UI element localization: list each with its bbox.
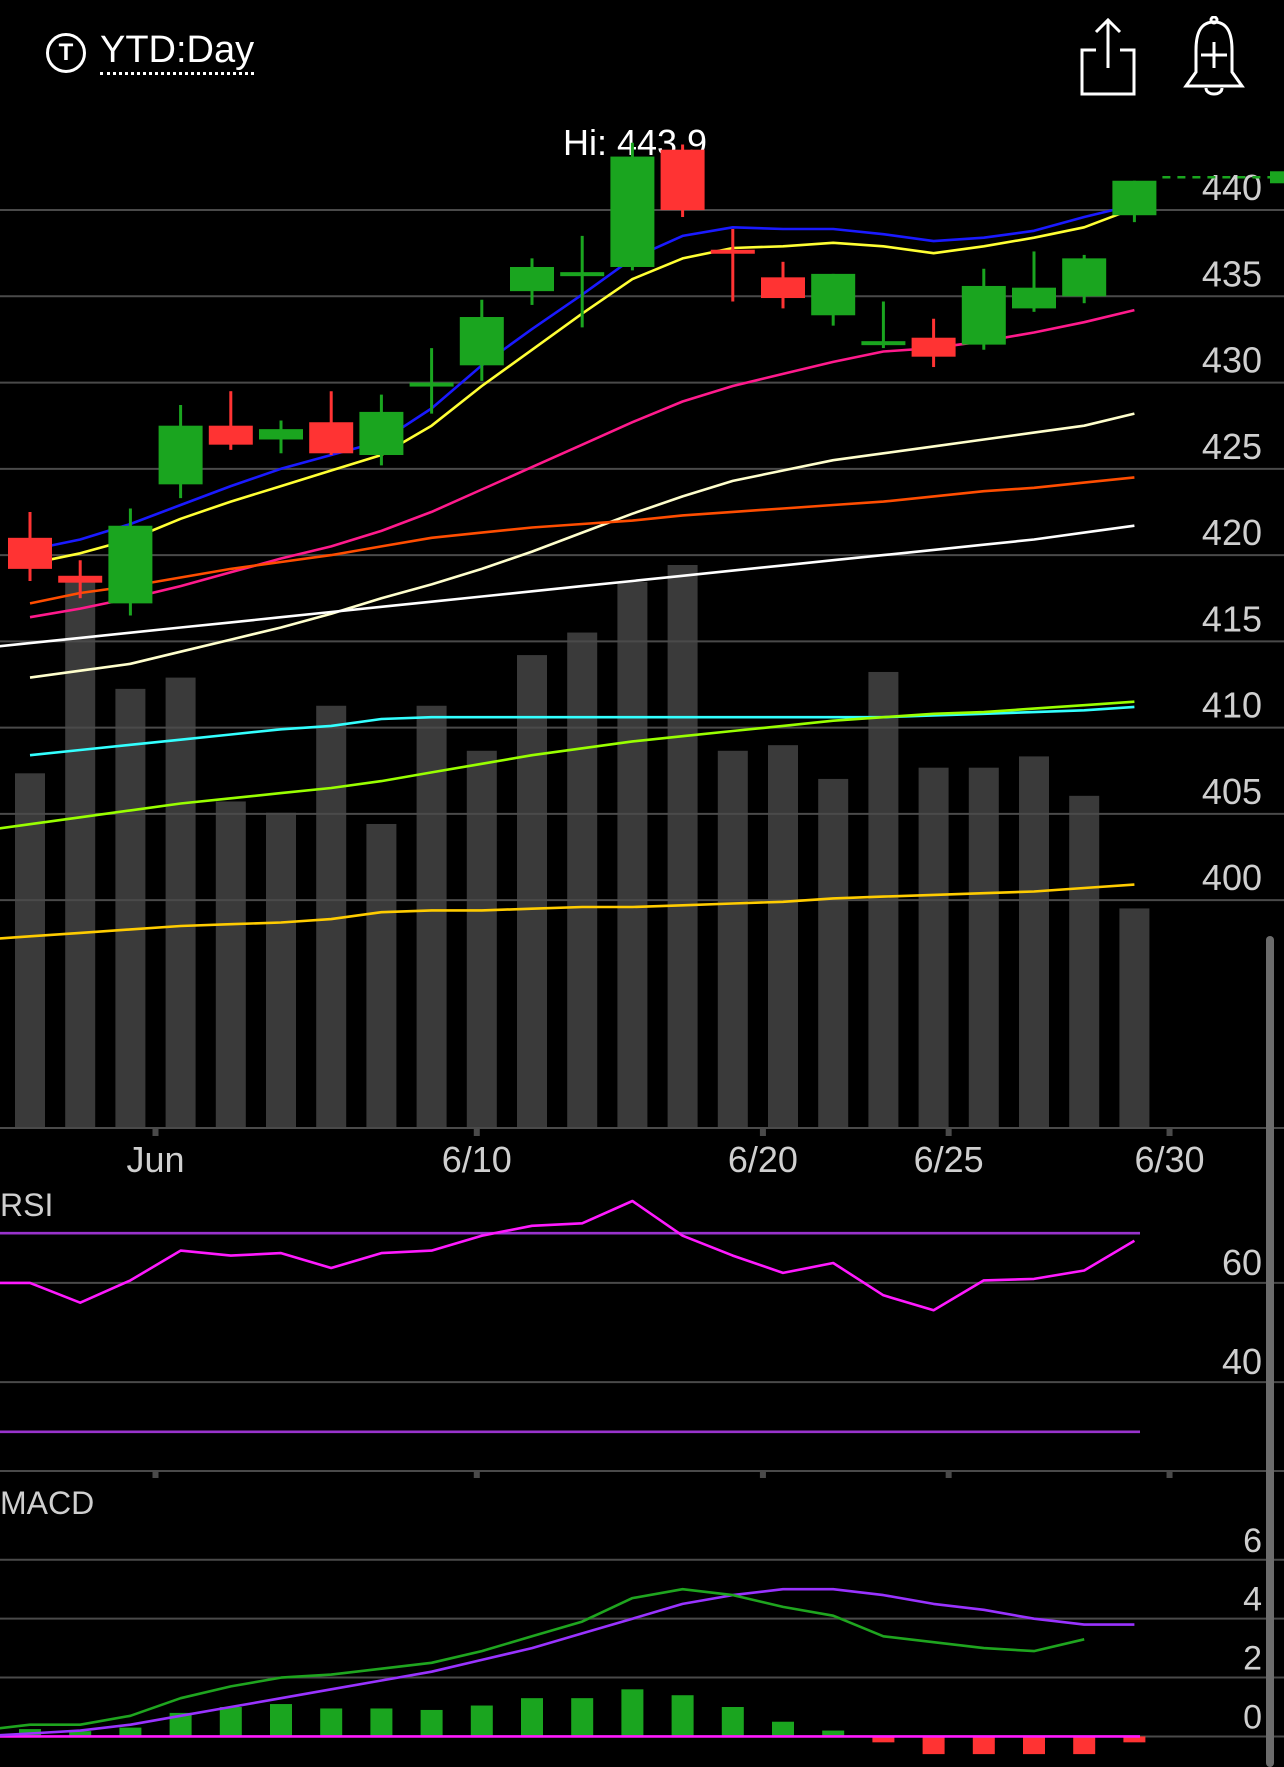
volume-bar [567, 632, 598, 1128]
volume-bar [115, 688, 146, 1128]
macd-histogram-bar [320, 1708, 343, 1737]
macd-histogram-bar [370, 1708, 393, 1737]
candle-body [459, 317, 504, 366]
price-axis-label: 420 [1202, 512, 1262, 553]
candle-body [660, 149, 705, 211]
macd-histogram-bar [1073, 1736, 1096, 1755]
candle-body [409, 382, 454, 387]
macd-panel-label: MACD [0, 1485, 94, 1521]
price-axis-label: 435 [1202, 253, 1262, 294]
candle-body [911, 337, 956, 357]
volume-bar [266, 812, 296, 1128]
price-axis-label: 405 [1202, 771, 1262, 812]
price-axis-label: 425 [1202, 426, 1262, 467]
x-axis-label: 6/20 [728, 1139, 798, 1180]
stock-chart[interactable]: 440435430425420415410405400Jun 6/10 6/20 6/… [0, 0, 1284, 1767]
volume-bar [1019, 756, 1049, 1128]
volume-bar [617, 581, 648, 1128]
macd-axis-label: 6 [1243, 1522, 1262, 1560]
macd-histogram-bar [972, 1736, 995, 1755]
price-axis-label: 430 [1202, 340, 1262, 381]
price-axis-label: 440 [1202, 167, 1262, 208]
macd-histogram-bar [922, 1736, 945, 1755]
candle-body [510, 266, 554, 292]
macd-histogram-bar [470, 1705, 493, 1737]
candle-body [8, 537, 52, 569]
macd-histogram-bar [621, 1689, 644, 1737]
moving-average-line [0, 524, 1135, 648]
rsi-axis-label: 40 [1222, 1341, 1262, 1382]
candle-body [560, 272, 605, 277]
candle-body [811, 273, 856, 316]
candle-body [1112, 180, 1157, 216]
volume-bar [466, 750, 497, 1128]
volume-bar [1069, 795, 1100, 1128]
volume-bar [918, 767, 949, 1128]
candle-body [259, 429, 303, 440]
price-axis-label: 415 [1202, 598, 1262, 639]
volume-bar [1119, 908, 1150, 1128]
candle-body [710, 249, 755, 254]
price-axis-label: 400 [1202, 857, 1262, 898]
volume-bar [667, 565, 698, 1128]
candle-body [1062, 258, 1107, 297]
macd-axis-label: 2 [1243, 1640, 1262, 1678]
x-axis-label: 6/30 [1135, 1139, 1205, 1180]
moving-average-line [29, 476, 1135, 605]
rsi-axis-label: 60 [1222, 1242, 1262, 1283]
candle-body [58, 575, 103, 583]
volume-bar [768, 745, 798, 1128]
macd-histogram-bar [671, 1695, 694, 1737]
price-axis-label: 410 [1202, 685, 1262, 726]
last-price-marker [1270, 171, 1284, 184]
candle-body [761, 277, 805, 299]
candle-body [359, 411, 404, 456]
macd-histogram-bar [1023, 1736, 1045, 1755]
rsi-panel-label: RSI [0, 1187, 53, 1223]
x-axis-label: 6/25 [914, 1139, 984, 1180]
macd-histogram-bar [270, 1704, 292, 1737]
candle-body [610, 156, 655, 267]
volume-bar [818, 778, 849, 1128]
volume-bar [165, 677, 196, 1128]
volume-bar [416, 705, 447, 1128]
candle-body [961, 285, 1006, 345]
macd-histogram-bar [420, 1709, 443, 1737]
x-axis-label: Jun [126, 1139, 184, 1180]
candle-body [1012, 287, 1056, 309]
macd-histogram-bar [521, 1698, 543, 1737]
volume-bar [517, 655, 547, 1128]
volume-bar [968, 767, 999, 1128]
macd-axis-label: 4 [1243, 1581, 1262, 1619]
volume-bar [65, 581, 96, 1128]
macd-histogram-bar [571, 1698, 594, 1737]
macd-histogram-bar [119, 1727, 142, 1737]
scrollbar-thumb[interactable] [1266, 936, 1274, 1767]
macd-histogram-bar [772, 1721, 794, 1737]
x-axis-label: 6/10 [442, 1139, 512, 1180]
macd-histogram-bar [219, 1707, 242, 1737]
volume-bar [366, 823, 397, 1128]
candle-body [158, 425, 203, 485]
macd-axis-label: 0 [1243, 1698, 1262, 1736]
candle-body [208, 425, 253, 445]
candle-body [861, 341, 906, 346]
candle-body [108, 525, 153, 604]
candle-body [309, 422, 354, 454]
volume-bar [215, 801, 246, 1128]
rsi-line [0, 1199, 1136, 1312]
volume-bar [717, 750, 748, 1128]
macd-histogram-bar [721, 1707, 744, 1737]
